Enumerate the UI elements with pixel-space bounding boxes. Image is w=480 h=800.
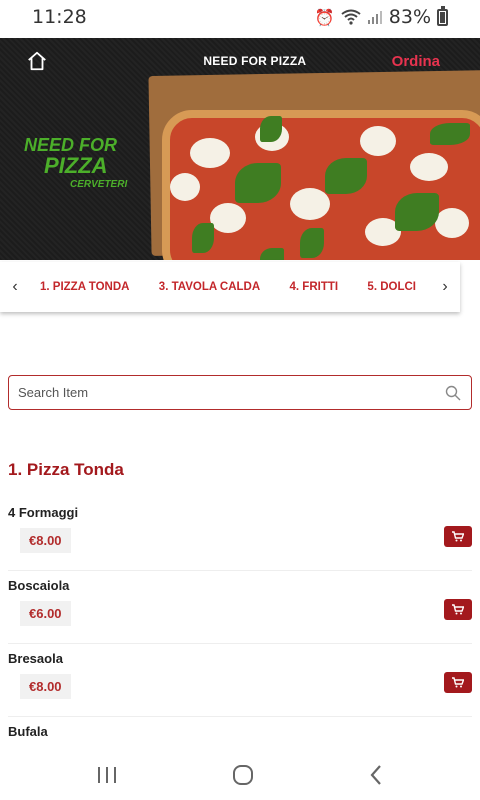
alarm-icon: ⏰ xyxy=(314,7,335,27)
signal-icon xyxy=(367,11,382,24)
battery-percent: 83% xyxy=(388,6,431,28)
menu-item: Boscaiola €6.00 xyxy=(8,571,472,644)
battery-icon xyxy=(437,5,448,26)
category-bar: ‹ 1. PIZZA TONDA 3. TAVOLA CALDA 4. FRIT… xyxy=(0,262,460,312)
pizza-image xyxy=(162,110,480,260)
order-link[interactable]: Ordina xyxy=(392,53,440,70)
home-icon[interactable] xyxy=(26,50,48,72)
item-price: €8.00 xyxy=(20,528,71,553)
search-box xyxy=(8,375,472,410)
category-dolci[interactable]: 5. DOLCI xyxy=(367,281,416,293)
wifi-icon xyxy=(341,9,361,25)
search-input[interactable] xyxy=(18,385,445,400)
menu-item-list: 4 Formaggi €8.00 Boscaiola €6.00 Bresaol… xyxy=(0,498,480,790)
menu-item: 4 Formaggi €8.00 xyxy=(8,498,472,571)
logo-line1: NEED FOR xyxy=(24,135,117,155)
item-name: 4 Formaggi xyxy=(8,505,79,520)
category-fritti[interactable]: 4. FRITTI xyxy=(290,281,339,293)
category-pizza-tonda[interactable]: 1. PIZZA TONDA xyxy=(40,281,129,293)
category-list: 1. PIZZA TONDA 3. TAVOLA CALDA 4. FRITTI… xyxy=(30,281,430,293)
logo-line3: CERVETERI xyxy=(70,179,127,190)
item-price: €6.00 xyxy=(20,601,71,626)
back-icon[interactable] xyxy=(368,764,384,786)
status-bar: 11:28 ⏰ 83% xyxy=(0,0,480,34)
logo-line2: PIZZA xyxy=(44,153,108,178)
category-prev-arrow[interactable]: ‹ xyxy=(0,278,30,296)
category-tavola-calda[interactable]: 3. TAVOLA CALDA xyxy=(159,281,260,293)
cart-icon xyxy=(452,677,464,688)
add-to-cart-button[interactable] xyxy=(444,672,472,693)
add-to-cart-button[interactable] xyxy=(444,526,472,547)
item-name: Bufala xyxy=(8,724,48,739)
cart-icon xyxy=(452,531,464,542)
need-for-pizza-logo: NEED FOR PIZZA CERVETERI xyxy=(24,135,127,190)
recent-apps-icon[interactable] xyxy=(96,765,118,785)
hero-banner: NEED FOR PIZZA CERVETERI NEED FOR PIZZA … xyxy=(0,38,480,260)
home-button-icon[interactable] xyxy=(231,763,255,787)
status-icons: ⏰ 83% xyxy=(314,5,448,28)
brand-title: NEED FOR PIZZA xyxy=(203,54,307,68)
system-nav-bar xyxy=(0,750,480,800)
item-name: Bresaola xyxy=(8,651,63,666)
cart-icon xyxy=(452,604,464,615)
menu-item: Bresaola €8.00 xyxy=(8,644,472,717)
status-time: 11:28 xyxy=(32,6,87,28)
search-icon[interactable] xyxy=(445,385,461,401)
section-title: 1. Pizza Tonda xyxy=(8,460,124,479)
top-nav: NEED FOR PIZZA Ordina xyxy=(0,38,480,84)
item-price: €8.00 xyxy=(20,674,71,699)
category-next-arrow[interactable]: › xyxy=(430,278,460,296)
item-name: Boscaiola xyxy=(8,578,70,593)
add-to-cart-button[interactable] xyxy=(444,599,472,620)
